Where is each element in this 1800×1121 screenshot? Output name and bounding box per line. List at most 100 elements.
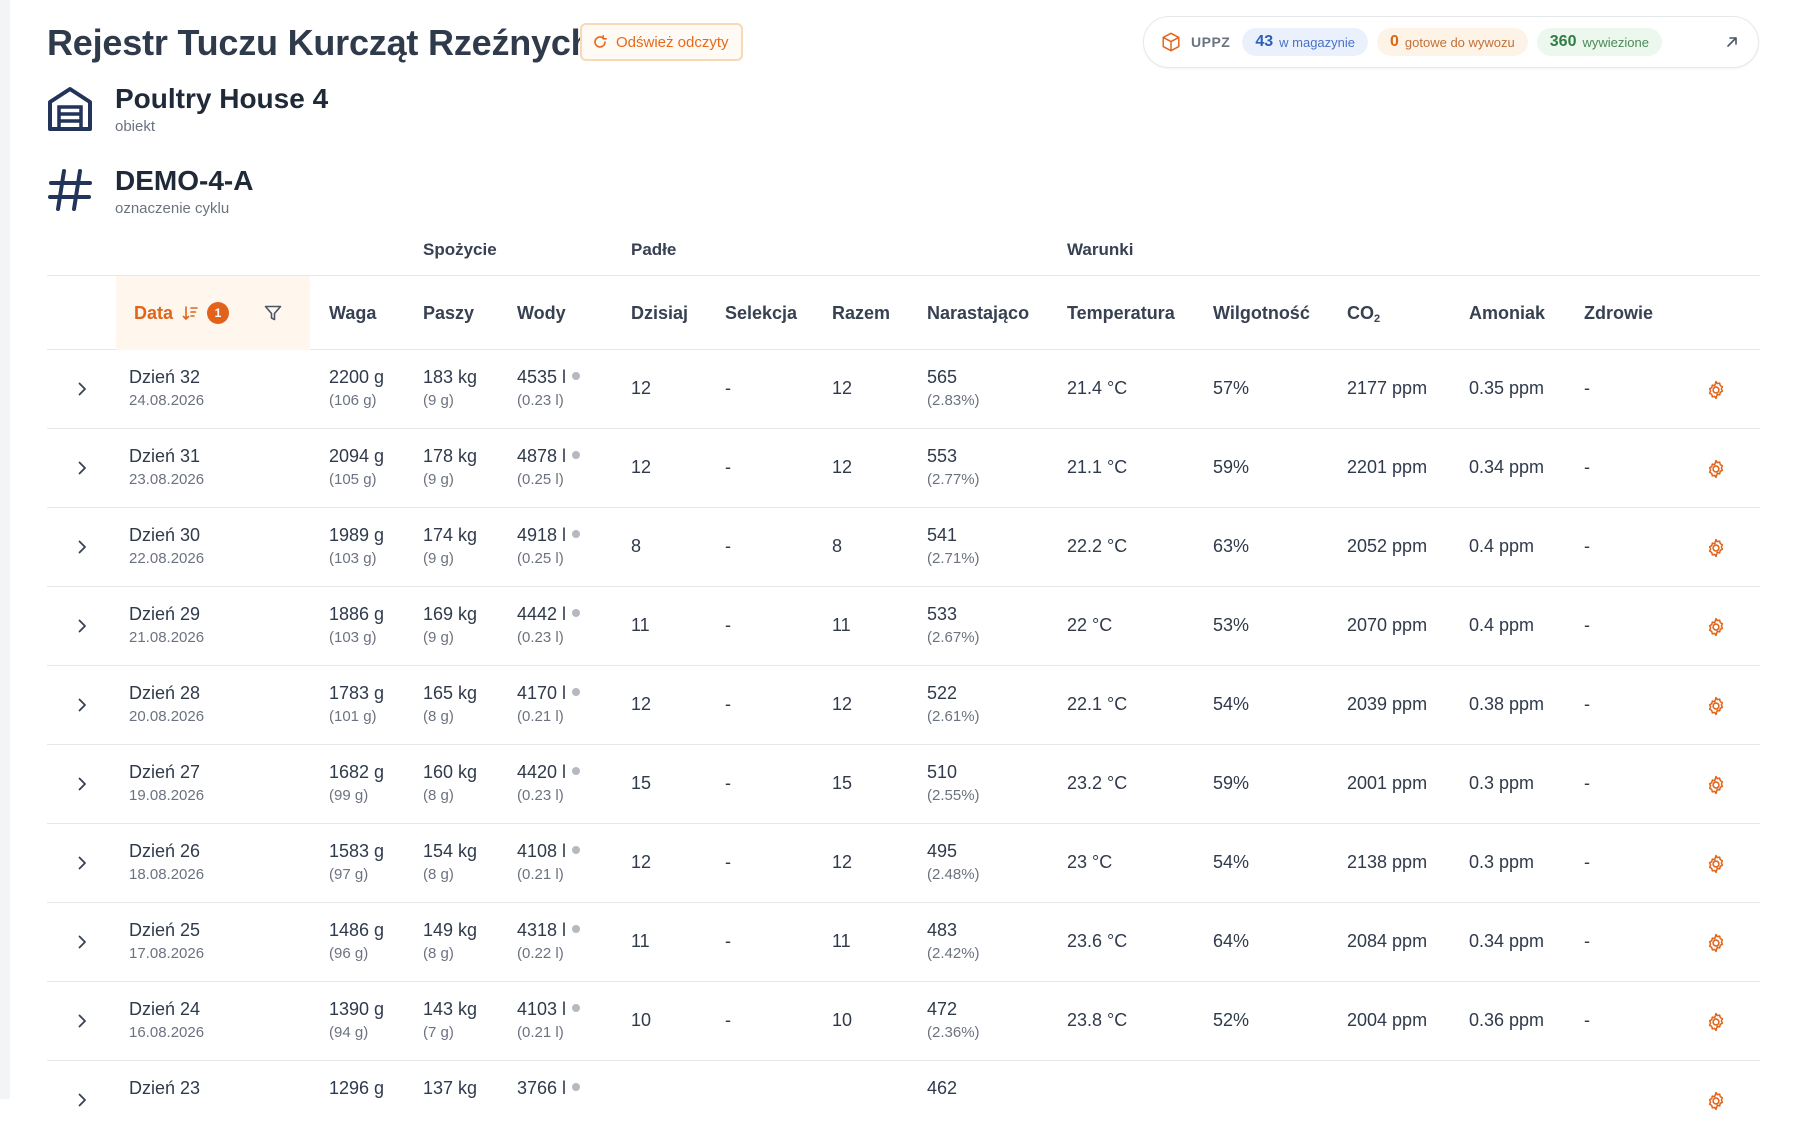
expand-row-chevron-icon[interactable] — [72, 537, 92, 557]
row-settings-gear-icon[interactable] — [1705, 695, 1727, 717]
expand-row-chevron-icon[interactable] — [72, 774, 92, 794]
weight-cell-value: 1989 g — [329, 525, 385, 545]
date-column-header[interactable]: Data 1 — [116, 276, 310, 350]
ammonia-cell: 0.38 ppm — [1469, 694, 1545, 714]
day-cell-sub: 18.08.2026 — [129, 866, 205, 883]
expand-row-chevron-icon[interactable] — [72, 1011, 92, 1031]
weight-cell: 2094 g (105 g) — [329, 445, 384, 492]
filter-icon[interactable] — [263, 303, 283, 323]
humidity-cell: 64% — [1213, 931, 1250, 951]
cumulative-cell-sub: (2.36%) — [927, 1024, 980, 1041]
ammonia-cell: 0.3 ppm — [1469, 773, 1535, 793]
feed-cell: 174 kg (9 g) — [423, 524, 477, 571]
cumulative-cell-sub: (2.48%) — [927, 866, 980, 883]
day-cell-sub: 17.08.2026 — [129, 945, 205, 962]
feed-cell: 169 kg (9 g) — [423, 603, 477, 650]
weight-cell-sub: (97 g) — [329, 866, 369, 883]
dead-total-cell: 15 — [832, 773, 853, 793]
dead-total-cell: 12 — [832, 457, 853, 477]
expand-row-chevron-icon[interactable] — [72, 1090, 92, 1110]
ready-pill: 0 gotowe do wywozu — [1377, 28, 1528, 56]
expand-row-chevron-icon[interactable] — [72, 458, 92, 478]
weight-cell-value: 1390 g — [329, 999, 385, 1019]
humidity-cell: 59% — [1213, 457, 1250, 477]
ammonia-cell: 0.4 ppm — [1469, 615, 1535, 635]
water-header: Wody — [517, 302, 566, 323]
weight-header: Waga — [329, 302, 377, 323]
humidity-cell: 52% — [1213, 1010, 1250, 1030]
cumulative-cell: 510 (2.55%) — [927, 761, 980, 808]
co2-cell: 2039 ppm — [1347, 694, 1428, 714]
group-conditions: Warunki — [1067, 240, 1134, 259]
row-settings-gear-icon[interactable] — [1705, 1011, 1727, 1033]
expand-row-chevron-icon[interactable] — [72, 932, 92, 952]
day-cell-value: Dzień 23 — [129, 1078, 201, 1098]
water-cell-sub: (0.21 l) — [517, 866, 564, 883]
feed-cell-sub: (8 g) — [423, 866, 454, 883]
day-cell-value: Dzień 29 — [129, 604, 201, 624]
day-cell: Dzień 25 17.08.2026 — [129, 919, 204, 966]
day-cell: Dzień 29 21.08.2026 — [129, 603, 204, 650]
dead-total-cell: 12 — [832, 852, 853, 872]
table-row: Dzień 28 20.08.2026 1783 g (101 g) 165 kg (8 … — [47, 666, 1760, 745]
temperature-cell: 21.4 °C — [1067, 378, 1128, 398]
table-body: Dzień 32 24.08.2026 2200 g (106 g) 183 kg (9 … — [47, 350, 1760, 1121]
table-row: Dzień 30 22.08.2026 1989 g (103 g) 174 kg (9 … — [47, 508, 1760, 587]
feed-cell: 178 kg (9 g) — [423, 445, 477, 492]
cumulative-cell-value: 472 — [927, 999, 958, 1019]
health-cell: - — [1584, 773, 1590, 793]
cumulative-cell: 472 (2.36%) — [927, 998, 980, 1045]
cumulative-cell: 522 (2.61%) — [927, 682, 980, 729]
exported-pill: 360 wywiezione — [1536, 28, 1662, 56]
water-status-dot — [572, 688, 581, 696]
cycle-label: oznaczenie cyklu — [115, 200, 230, 217]
table-row: Dzień 27 19.08.2026 1682 g (99 g) 160 kg (8 g… — [47, 745, 1760, 824]
dead-today-cell: 11 — [631, 931, 650, 951]
water-cell-sub: (0.21 l) — [517, 708, 564, 725]
row-settings-gear-icon[interactable] — [1705, 932, 1727, 954]
expand-row-chevron-icon[interactable] — [72, 616, 92, 636]
weight-cell-value: 1682 g — [329, 762, 385, 782]
dead-today-cell: 10 — [631, 1010, 652, 1030]
humidity-cell: 53% — [1213, 615, 1250, 635]
temperature-header: Temperatura — [1067, 302, 1175, 323]
weight-cell-value: 2094 g — [329, 446, 385, 466]
water-cell: 3766 l — [517, 1077, 581, 1099]
row-settings-gear-icon[interactable] — [1705, 379, 1727, 401]
selection-header: Selekcja — [725, 302, 798, 323]
row-settings-gear-icon[interactable] — [1705, 537, 1727, 559]
sort-descending-icon[interactable] — [181, 304, 199, 322]
row-settings-gear-icon[interactable] — [1705, 616, 1727, 638]
expand-row-chevron-icon[interactable] — [72, 695, 92, 715]
weight-cell-sub: (99 g) — [329, 787, 369, 804]
row-settings-gear-icon[interactable] — [1705, 458, 1727, 480]
open-uppz-button[interactable] — [1718, 28, 1746, 56]
row-settings-gear-icon[interactable] — [1705, 1090, 1727, 1112]
feed-cell: 143 kg (7 g) — [423, 998, 477, 1045]
weight-cell: 1783 g (101 g) — [329, 682, 384, 729]
feed-cell: 183 kg (9 g) — [423, 366, 477, 413]
weight-cell-value: 2200 g — [329, 367, 385, 387]
stock-label: w magazynie — [1279, 34, 1356, 50]
refresh-readings-button[interactable]: Odśwież odczyty — [580, 23, 743, 61]
ammonia-cell: 0.35 ppm — [1469, 378, 1545, 398]
feed-header: Paszy — [423, 302, 475, 323]
health-cell: - — [1584, 931, 1590, 951]
water-cell: 4318 l (0.22 l) — [517, 919, 581, 966]
dead-today-cell: 12 — [631, 457, 652, 477]
cumulative-cell-value: 483 — [927, 920, 958, 940]
weight-cell: 1886 g (103 g) — [329, 603, 384, 650]
feed-cell-value: 174 kg — [423, 525, 478, 545]
expand-row-chevron-icon[interactable] — [72, 853, 92, 873]
feed-cell: 149 kg (8 g) — [423, 919, 477, 966]
co2-cell: 2084 ppm — [1347, 931, 1428, 951]
dead-today-cell: 12 — [631, 378, 652, 398]
weight-cell-value: 1886 g — [329, 604, 385, 624]
row-settings-gear-icon[interactable] — [1705, 853, 1727, 875]
dead-total-cell: 11 — [832, 615, 851, 635]
uppz-label: UPPZ — [1191, 34, 1231, 50]
row-settings-gear-icon[interactable] — [1705, 774, 1727, 796]
selection-cell: - — [725, 694, 731, 714]
humidity-cell: 63% — [1213, 536, 1250, 556]
expand-row-chevron-icon[interactable] — [72, 379, 92, 399]
